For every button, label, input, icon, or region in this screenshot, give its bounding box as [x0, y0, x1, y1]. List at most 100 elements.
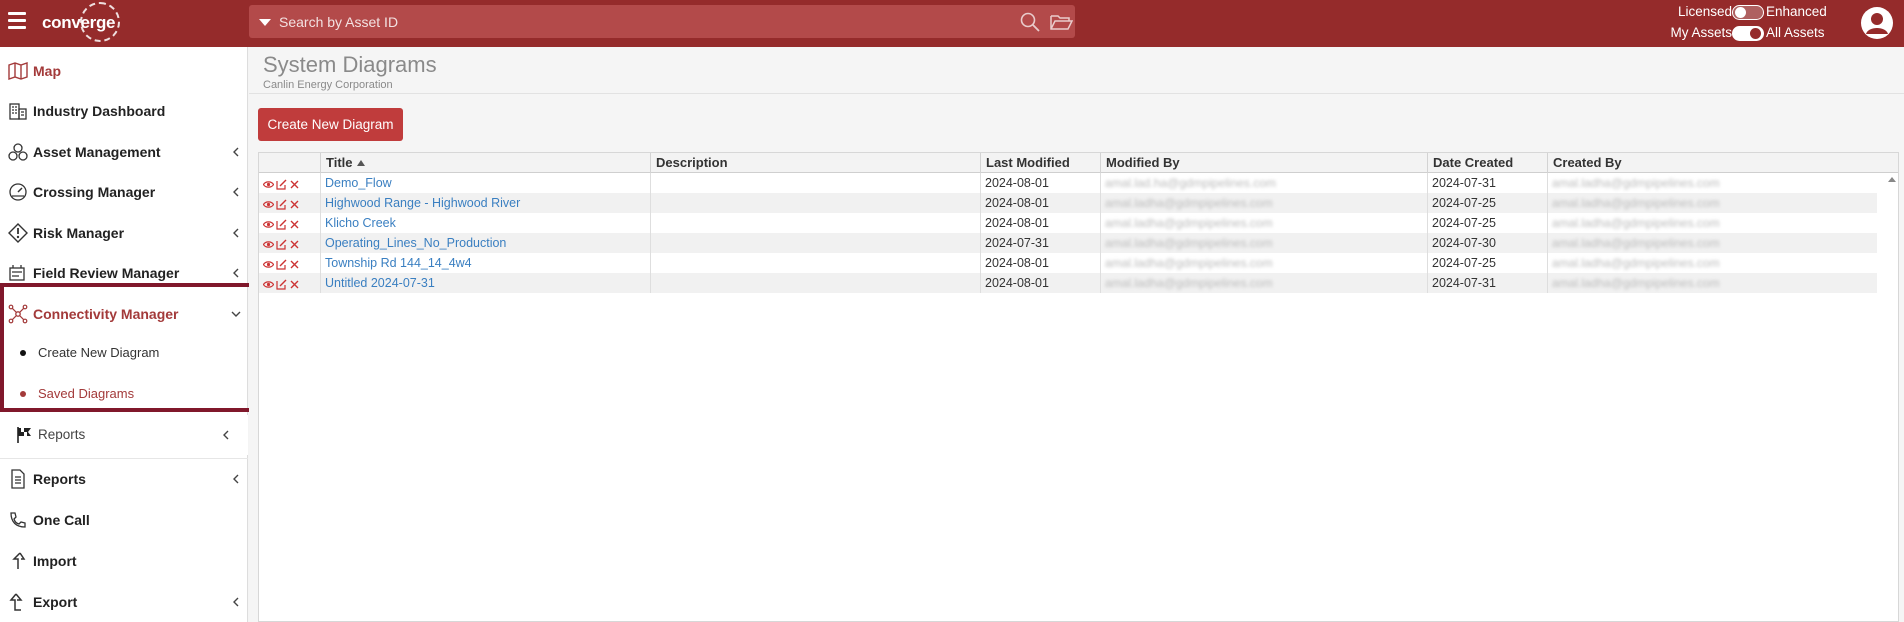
- scroll-up-arrow[interactable]: [1888, 177, 1896, 182]
- sidebar-item-industry-dashboard[interactable]: Industry Dashboard: [0, 91, 248, 131]
- cell-date-created: 2024-07-30: [1432, 236, 1496, 250]
- toggle-my-assets-label: My Assets: [1670, 25, 1732, 40]
- map-icon: [8, 62, 28, 80]
- sidebar-item-label: Reports: [38, 427, 86, 442]
- sidebar-item-reports-sub[interactable]: Reports: [0, 415, 248, 455]
- warning-diamond-icon: [8, 223, 28, 243]
- edit-icon[interactable]: [276, 237, 287, 250]
- header-modified-by[interactable]: Modified By: [1100, 153, 1427, 173]
- chevron-left-icon[interactable]: [232, 228, 240, 238]
- logo-text: converge: [42, 13, 116, 32]
- bullet-icon: [20, 391, 26, 397]
- column-divider: [1427, 173, 1428, 293]
- search-bar: [249, 5, 1075, 38]
- close-icon[interactable]: [289, 257, 300, 269]
- close-icon[interactable]: [289, 237, 300, 249]
- menu-icon[interactable]: [8, 12, 26, 30]
- sidebar-item-import[interactable]: Import: [0, 541, 248, 581]
- field-review-icon: [9, 265, 25, 281]
- sub-item-create-new-diagram[interactable]: Create New Diagram: [0, 337, 248, 367]
- cell-description: [650, 253, 980, 273]
- chevron-left-icon[interactable]: [232, 474, 240, 484]
- edit-icon[interactable]: [276, 177, 287, 190]
- sidebar-item-label: Connectivity Manager: [33, 306, 179, 322]
- cell-modified-by: amal.ladha@gdmpipelines.com: [1105, 236, 1273, 250]
- chevron-left-icon[interactable]: [222, 430, 230, 440]
- caret-down-icon[interactable]: [259, 19, 271, 26]
- chevron-left-icon[interactable]: [232, 187, 240, 197]
- cell-title[interactable]: Operating_Lines_No_Production: [320, 233, 650, 253]
- sidebar-item-risk-manager[interactable]: Risk Manager: [0, 213, 248, 253]
- close-icon[interactable]: [289, 177, 300, 189]
- close-icon[interactable]: [289, 217, 300, 229]
- cell-title[interactable]: Township Rd 144_14_4w4: [320, 253, 650, 273]
- sidebar-item-reports[interactable]: Reports: [0, 458, 248, 498]
- header-description[interactable]: Description: [650, 153, 980, 173]
- folder-open-icon[interactable]: [1049, 11, 1073, 33]
- edit-icon[interactable]: [276, 277, 287, 290]
- eye-icon[interactable]: [262, 237, 275, 248]
- cell-created-by: amal.ladha@gdmpipelines.com: [1552, 216, 1720, 230]
- create-new-diagram-button[interactable]: Create New Diagram: [258, 108, 403, 141]
- chevron-left-icon[interactable]: [232, 597, 240, 607]
- eye-icon[interactable]: [262, 197, 275, 208]
- table-row: Untitled 2024-07-31 2024-08-01 amal.ladha@…: [259, 273, 1877, 293]
- close-icon[interactable]: [289, 197, 300, 209]
- sort-ascending-icon[interactable]: [356, 160, 365, 166]
- cell-last-modified: 2024-08-01: [985, 196, 1049, 210]
- assets-switch[interactable]: [1732, 26, 1764, 41]
- top-bar: converge Licensed Enhanced My Assets All…: [0, 0, 1904, 47]
- cell-title[interactable]: Highwood Range - Highwood River: [320, 193, 650, 213]
- user-avatar-icon[interactable]: [1860, 6, 1894, 40]
- eye-icon[interactable]: [262, 277, 275, 288]
- column-divider: [650, 173, 651, 293]
- search-input[interactable]: [279, 5, 999, 38]
- cell-title[interactable]: Demo_Flow: [320, 173, 650, 193]
- chevron-down-icon[interactable]: [231, 310, 241, 318]
- sidebar-item-export[interactable]: Export: [0, 582, 248, 622]
- cell-modified-by: amal.ladha@gdmpipelines.com: [1105, 196, 1273, 210]
- phone-icon: [10, 512, 26, 528]
- page-subtitle: Canlin Energy Corporation: [263, 79, 393, 91]
- sidebar-item-asset-management[interactable]: Asset Management: [0, 132, 248, 172]
- sub-item-saved-diagrams[interactable]: Saved Diagrams: [0, 378, 248, 408]
- edit-icon[interactable]: [276, 197, 287, 210]
- eye-icon[interactable]: [262, 257, 275, 268]
- table-row: Highwood Range - Highwood River 2024-08-0…: [259, 193, 1877, 213]
- page-title: System Diagrams: [263, 52, 437, 77]
- sidebar-item-crossing-manager[interactable]: Crossing Manager: [0, 172, 248, 212]
- sidebar-item-label: Asset Management: [33, 144, 161, 160]
- sidebar-item-map[interactable]: Map: [0, 51, 248, 91]
- sub-item-label: Create New Diagram: [38, 345, 160, 360]
- edit-icon[interactable]: [276, 217, 287, 230]
- logo[interactable]: converge: [40, 2, 120, 42]
- sub-item-label: Saved Diagrams: [38, 386, 135, 401]
- eye-icon[interactable]: [262, 217, 275, 228]
- search-icon[interactable]: [1019, 11, 1041, 33]
- cell-created-by: amal.ladha@gdmpipelines.com: [1552, 236, 1720, 250]
- table-row: Operating_Lines_No_Production 2024-07-31 a…: [259, 233, 1877, 253]
- cell-title[interactable]: Untitled 2024-07-31: [320, 273, 650, 293]
- header-created-by[interactable]: Created By: [1547, 153, 1877, 173]
- header-date-created[interactable]: Date Created: [1427, 153, 1547, 173]
- cell-title[interactable]: Klicho Creek: [320, 213, 650, 233]
- toggle-enhanced-label: Enhanced: [1766, 4, 1827, 19]
- cell-last-modified: 2024-08-01: [985, 176, 1049, 190]
- close-icon[interactable]: [289, 277, 300, 289]
- eye-icon[interactable]: [262, 177, 275, 188]
- table-header: Title Description Last Modified Modified…: [259, 153, 1898, 173]
- column-divider: [320, 173, 321, 293]
- cell-date-created: 2024-07-31: [1432, 176, 1496, 190]
- edit-icon[interactable]: [276, 257, 287, 270]
- cell-date-created: 2024-07-25: [1432, 216, 1496, 230]
- sidebar-item-one-call[interactable]: One Call: [0, 500, 248, 540]
- header-title[interactable]: Title: [320, 153, 650, 173]
- sidebar-item-connectivity-manager[interactable]: Connectivity Manager: [0, 294, 248, 334]
- header-last-modified[interactable]: Last Modified: [980, 153, 1100, 173]
- assets-toggle-row: My Assets All Assets: [1660, 23, 1840, 43]
- chevron-left-icon[interactable]: [232, 268, 240, 278]
- licensed-enhanced-switch[interactable]: [1732, 5, 1764, 20]
- chevron-left-icon[interactable]: [232, 147, 240, 157]
- toggle-all-assets-label: All Assets: [1766, 25, 1825, 40]
- building-icon: [9, 103, 27, 120]
